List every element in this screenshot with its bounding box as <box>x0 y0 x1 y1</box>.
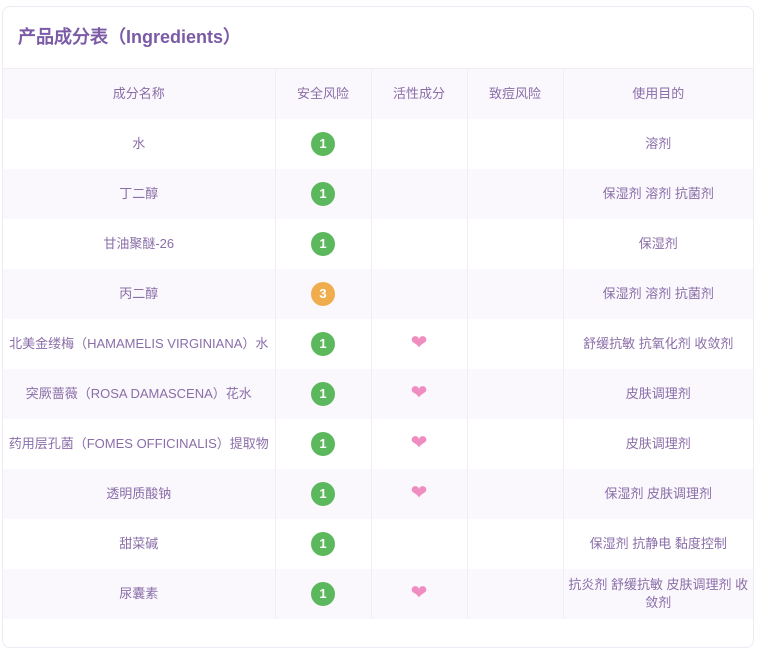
safety-risk-cell: 1 <box>275 319 372 369</box>
active-cell <box>371 269 468 319</box>
table-row: 丁二醇 1 保湿剂 溶剂 抗菌剂 <box>3 169 753 219</box>
ingredient-name[interactable]: 甜菜碱 <box>3 519 276 569</box>
active-cell: ❤ <box>371 569 468 619</box>
ingredient-name[interactable]: 丁二醇 <box>3 169 276 219</box>
active-cell: ❤ <box>371 319 468 369</box>
purpose-cell: 抗炎剂 舒缓抗敏 皮肤调理剂 收敛剂 <box>568 577 749 610</box>
acne-risk-cell <box>467 119 564 169</box>
ingredient-name[interactable]: 透明质酸钠 <box>3 469 276 519</box>
active-cell <box>371 519 468 569</box>
header-active: 活性成分 <box>371 69 468 119</box>
active-cell: ❤ <box>371 369 468 419</box>
risk-badge: 1 <box>311 432 335 456</box>
safety-risk-cell: 3 <box>275 269 372 319</box>
card-title: 产品成分表（Ingredients） <box>3 7 753 69</box>
table-header: 成分名称 安全风险 活性成分 致痘风险 使用目的 <box>3 69 753 119</box>
acne-risk-cell <box>467 469 564 519</box>
acne-risk-cell <box>467 369 564 419</box>
header-acne-risk: 致痘风险 <box>467 69 564 119</box>
heart-icon: ❤ <box>410 582 428 604</box>
active-cell <box>371 169 468 219</box>
risk-badge: 1 <box>311 382 335 406</box>
safety-risk-cell: 1 <box>275 169 372 219</box>
purpose-cell: 保湿剂 抗静电 黏度控制 <box>589 536 727 551</box>
acne-risk-cell <box>467 419 564 469</box>
ingredient-name[interactable]: 尿囊素 <box>3 569 276 619</box>
active-cell <box>371 119 468 169</box>
ingredient-name[interactable]: 丙二醇 <box>3 269 276 319</box>
risk-badge: 1 <box>311 182 335 206</box>
purpose-cell: 保湿剂 溶剂 抗菌剂 <box>602 186 714 201</box>
safety-risk-cell: 1 <box>275 419 372 469</box>
table-row: 北美金缕梅（HAMAMELIS VIRGINIANA）水 1 ❤ 舒缓抗敏 抗氧… <box>3 319 753 369</box>
active-cell: ❤ <box>371 469 468 519</box>
table-row: 透明质酸钠 1 ❤ 保湿剂 皮肤调理剂 <box>3 469 753 519</box>
table-row: 甜菜碱 1 保湿剂 抗静电 黏度控制 <box>3 519 753 569</box>
acne-risk-cell <box>467 169 564 219</box>
table-row: 药用层孔菌（FOMES OFFICINALIS）提取物 1 ❤ 皮肤调理剂 <box>3 419 753 469</box>
risk-badge: 1 <box>311 482 335 506</box>
ingredient-name[interactable]: 突厥蔷薇（ROSA DAMASCENA）花水 <box>3 369 276 419</box>
acne-risk-cell <box>467 319 564 369</box>
heart-icon: ❤ <box>410 482 428 504</box>
safety-risk-cell: 1 <box>275 519 372 569</box>
ingredient-name[interactable]: 北美金缕梅（HAMAMELIS VIRGINIANA）水 <box>3 319 276 369</box>
safety-risk-cell: 1 <box>275 119 372 169</box>
active-cell: ❤ <box>371 419 468 469</box>
header-safety-risk: 安全风险 <box>275 69 372 119</box>
ingredients-table: 成分名称 安全风险 活性成分 致痘风险 使用目的 水 1 溶剂 丁二醇 1 保湿剂… <box>3 69 753 619</box>
risk-badge: 1 <box>311 532 335 556</box>
ingredient-name[interactable]: 水 <box>3 119 276 169</box>
acne-risk-cell <box>467 569 564 619</box>
safety-risk-cell: 1 <box>275 219 372 269</box>
table-row: 突厥蔷薇（ROSA DAMASCENA）花水 1 ❤ 皮肤调理剂 <box>3 369 753 419</box>
table-row: 水 1 溶剂 <box>3 119 753 169</box>
table-row: 丙二醇 3 保湿剂 溶剂 抗菌剂 <box>3 269 753 319</box>
purpose-cell: 皮肤调理剂 <box>625 386 691 401</box>
safety-risk-cell: 1 <box>275 369 372 419</box>
acne-risk-cell <box>467 519 564 569</box>
ingredient-name[interactable]: 甘油聚醚-26 <box>3 219 276 269</box>
header-purpose: 使用目的 <box>632 86 685 101</box>
acne-risk-cell <box>467 219 564 269</box>
heart-icon: ❤ <box>410 332 428 354</box>
risk-badge: 1 <box>311 332 335 356</box>
purpose-cell: 溶剂 <box>645 136 672 151</box>
table-row: 甘油聚醚-26 1 保湿剂 <box>3 219 753 269</box>
ingredients-card: 产品成分表（Ingredients） 成分名称 安全风险 活性成分 致痘风险 使… <box>2 6 754 648</box>
safety-risk-cell: 1 <box>275 469 372 519</box>
header-name: 成分名称 <box>3 69 276 119</box>
risk-badge: 1 <box>311 232 335 256</box>
purpose-cell: 保湿剂 <box>638 236 678 251</box>
risk-badge: 1 <box>311 132 335 156</box>
risk-badge: 3 <box>311 282 335 306</box>
purpose-cell: 皮肤调理剂 <box>625 436 691 451</box>
active-cell <box>371 219 468 269</box>
acne-risk-cell <box>467 269 564 319</box>
heart-icon: ❤ <box>410 432 428 454</box>
safety-risk-cell: 1 <box>275 569 372 619</box>
purpose-cell: 舒缓抗敏 抗氧化剂 收敛剂 <box>583 336 734 351</box>
table-row: 尿囊素 1 ❤ 抗炎剂 舒缓抗敏 皮肤调理剂 收敛剂 <box>3 569 753 619</box>
ingredient-name[interactable]: 药用层孔菌（FOMES OFFICINALIS）提取物 <box>3 419 276 469</box>
risk-badge: 1 <box>311 582 335 606</box>
purpose-cell: 保湿剂 溶剂 抗菌剂 <box>602 286 714 301</box>
purpose-cell: 保湿剂 皮肤调理剂 <box>604 486 713 501</box>
heart-icon: ❤ <box>410 382 428 404</box>
